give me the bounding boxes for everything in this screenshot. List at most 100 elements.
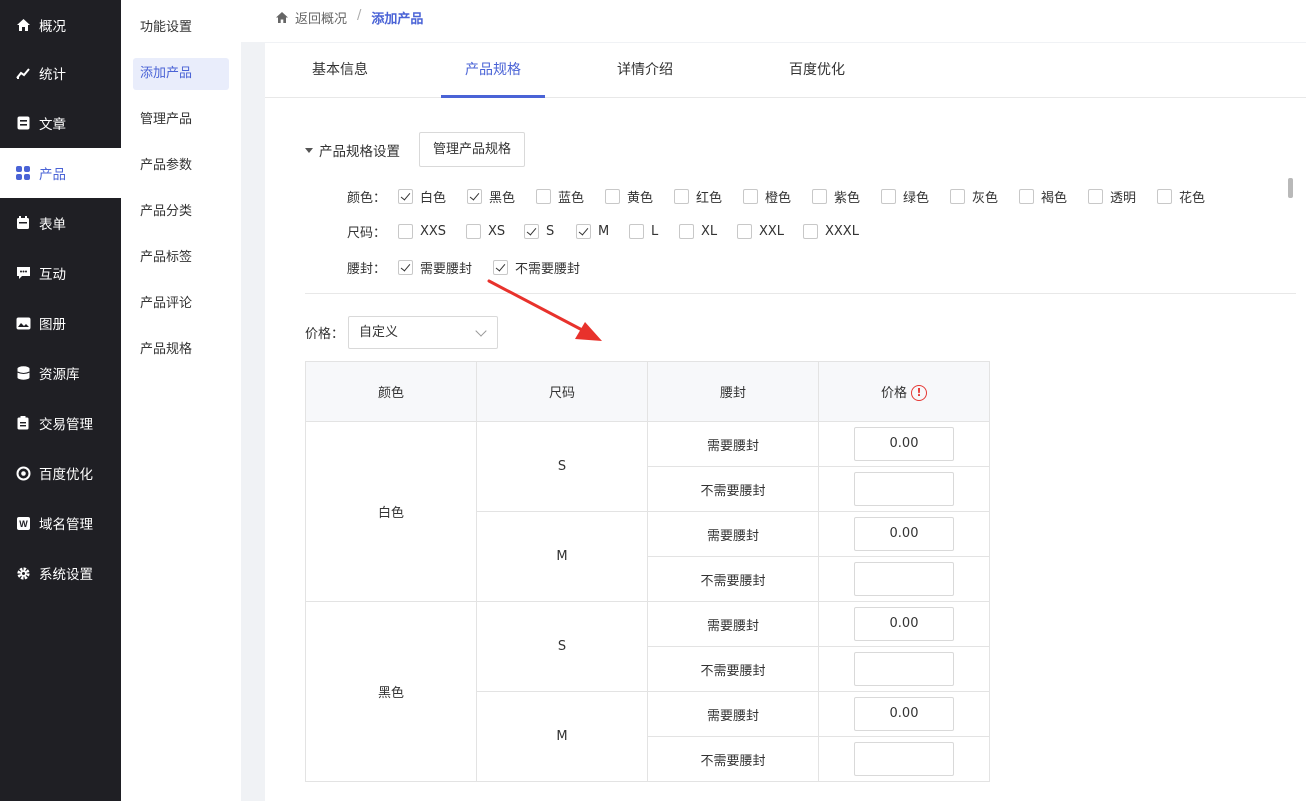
tab-baidu-seo[interactable]: 百度优化 xyxy=(772,43,862,98)
nav-item-trade[interactable]: 交易管理 xyxy=(0,398,121,448)
option-label: L xyxy=(651,223,659,239)
warning-icon[interactable]: ! xyxy=(911,385,927,402)
color-option[interactable]: 黑色 xyxy=(467,187,536,206)
color-option[interactable]: 绿色 xyxy=(881,187,950,206)
col-header-price: 价格! xyxy=(818,361,990,422)
checkbox[interactable] xyxy=(398,259,413,275)
nav-item-domain[interactable]: W 域名管理 xyxy=(0,498,121,548)
section-divider xyxy=(305,293,1296,294)
subnav-item-add-product[interactable]: 添加产品 xyxy=(133,58,229,90)
color-option[interactable]: 白色 xyxy=(398,187,467,206)
checkbox[interactable] xyxy=(950,188,965,204)
price-input[interactable]: 0.00 xyxy=(854,697,954,731)
size-option[interactable]: L xyxy=(629,223,679,239)
checkbox[interactable] xyxy=(1019,188,1034,204)
nav-item-album[interactable]: 图册 xyxy=(0,298,121,348)
cell-price xyxy=(818,736,990,782)
subnav-item-manage-products[interactable]: 管理产品 xyxy=(133,104,229,136)
svg-text:W: W xyxy=(19,519,28,529)
checkbox[interactable] xyxy=(524,223,539,239)
spec-scrollbar[interactable] xyxy=(1288,178,1294,280)
size-option[interactable]: XXS xyxy=(398,223,466,239)
belt-option[interactable]: 不需要腰封 xyxy=(493,258,593,277)
belt-option[interactable]: 需要腰封 xyxy=(398,258,493,277)
nav-item-interact[interactable]: 互动 xyxy=(0,248,121,298)
nav-item-article[interactable]: 文章 xyxy=(0,98,121,148)
checkbox[interactable] xyxy=(493,259,508,275)
database-icon xyxy=(15,365,31,381)
checkbox[interactable] xyxy=(536,188,551,204)
color-option[interactable]: 黄色 xyxy=(605,187,674,206)
checkbox[interactable] xyxy=(467,188,482,204)
size-option[interactable]: XXL xyxy=(737,223,803,239)
checkbox[interactable] xyxy=(466,223,481,239)
checkbox[interactable] xyxy=(398,188,413,204)
price-mode-select[interactable]: 自定义 xyxy=(348,316,498,349)
scrollbar-thumb[interactable] xyxy=(1288,178,1293,198)
price-header-label: 价格 xyxy=(880,385,907,401)
chat-icon xyxy=(15,265,31,281)
price-input[interactable]: 0.00 xyxy=(854,517,954,551)
option-label: XXXL xyxy=(825,223,859,239)
color-option[interactable]: 紫色 xyxy=(812,187,881,206)
checkbox[interactable] xyxy=(629,223,644,239)
nav-item-product[interactable]: 产品 xyxy=(0,148,121,198)
checkbox[interactable] xyxy=(1088,188,1103,204)
checkbox[interactable] xyxy=(674,188,689,204)
grid-icon xyxy=(15,165,31,181)
checkbox[interactable] xyxy=(803,223,818,239)
option-label: 蓝色 xyxy=(558,190,585,206)
price-input[interactable]: 0.00 xyxy=(854,607,954,641)
checkbox[interactable] xyxy=(679,223,694,239)
breadcrumb-back[interactable]: 返回概况 xyxy=(275,8,347,27)
color-option[interactable]: 褐色 xyxy=(1019,187,1088,206)
size-option[interactable]: XS xyxy=(466,223,524,239)
nav-item-settings[interactable]: 系统设置 xyxy=(0,548,121,598)
subnav-item-feature-settings[interactable]: 功能设置 xyxy=(133,12,229,44)
size-option[interactable]: M xyxy=(576,223,629,239)
size-option[interactable]: S xyxy=(524,223,576,239)
checkbox[interactable] xyxy=(812,188,827,204)
tab-detail-intro[interactable]: 详情介绍 xyxy=(600,43,690,98)
color-option[interactable]: 灰色 xyxy=(950,187,1019,206)
subnav-item-product-reviews[interactable]: 产品评论 xyxy=(133,288,229,320)
subnav-item-product-specs[interactable]: 产品规格 xyxy=(133,334,229,366)
checkbox[interactable] xyxy=(398,223,413,239)
nav-item-resources[interactable]: 资源库 xyxy=(0,348,121,398)
checkbox[interactable] xyxy=(1157,188,1172,204)
nav-label: 表单 xyxy=(39,217,66,233)
checkbox[interactable] xyxy=(737,223,752,239)
option-label: 透明 xyxy=(1110,190,1137,206)
spec-price-table: 颜色 尺码 腰封 价格! 白色 S 需要腰封 0.00 不需要腰封 M 需要腰封… xyxy=(305,361,990,782)
price-input[interactable] xyxy=(854,562,954,596)
color-option[interactable]: 透明 xyxy=(1088,187,1157,206)
color-option[interactable]: 橙色 xyxy=(743,187,812,206)
nav-item-stats[interactable]: 统计 xyxy=(0,48,121,98)
color-option[interactable]: 花色 xyxy=(1157,187,1226,206)
chart-icon xyxy=(15,65,31,81)
album-icon xyxy=(15,315,31,331)
nav-item-overview[interactable]: 概况 xyxy=(0,0,121,50)
nav-item-form[interactable]: 表单 xyxy=(0,198,121,248)
tab-basic-info[interactable]: 基本信息 xyxy=(295,43,385,98)
size-option[interactable]: XXXL xyxy=(803,223,873,239)
subnav-item-product-category[interactable]: 产品分类 xyxy=(133,196,229,228)
subnav-item-product-params[interactable]: 产品参数 xyxy=(133,150,229,182)
color-option[interactable]: 红色 xyxy=(674,187,743,206)
checkbox[interactable] xyxy=(743,188,758,204)
price-input[interactable] xyxy=(854,742,954,776)
subnav-item-product-tags[interactable]: 产品标签 xyxy=(133,242,229,274)
manage-spec-button[interactable]: 管理产品规格 xyxy=(419,132,526,167)
color-option[interactable]: 蓝色 xyxy=(536,187,605,206)
price-input[interactable] xyxy=(854,652,954,686)
checkbox[interactable] xyxy=(605,188,620,204)
tab-product-spec[interactable]: 产品规格 xyxy=(441,43,545,98)
belt-options-row: 腰封： 需要腰封 不需要腰封 xyxy=(347,257,593,277)
price-input[interactable] xyxy=(854,472,954,506)
checkbox[interactable] xyxy=(576,223,591,239)
spec-settings-toggle[interactable]: 产品规格设置 xyxy=(305,133,400,167)
price-input[interactable]: 0.00 xyxy=(854,427,954,461)
nav-item-baidu-seo[interactable]: 百度优化 xyxy=(0,448,121,498)
size-option[interactable]: XL xyxy=(679,223,737,239)
checkbox[interactable] xyxy=(881,188,896,204)
